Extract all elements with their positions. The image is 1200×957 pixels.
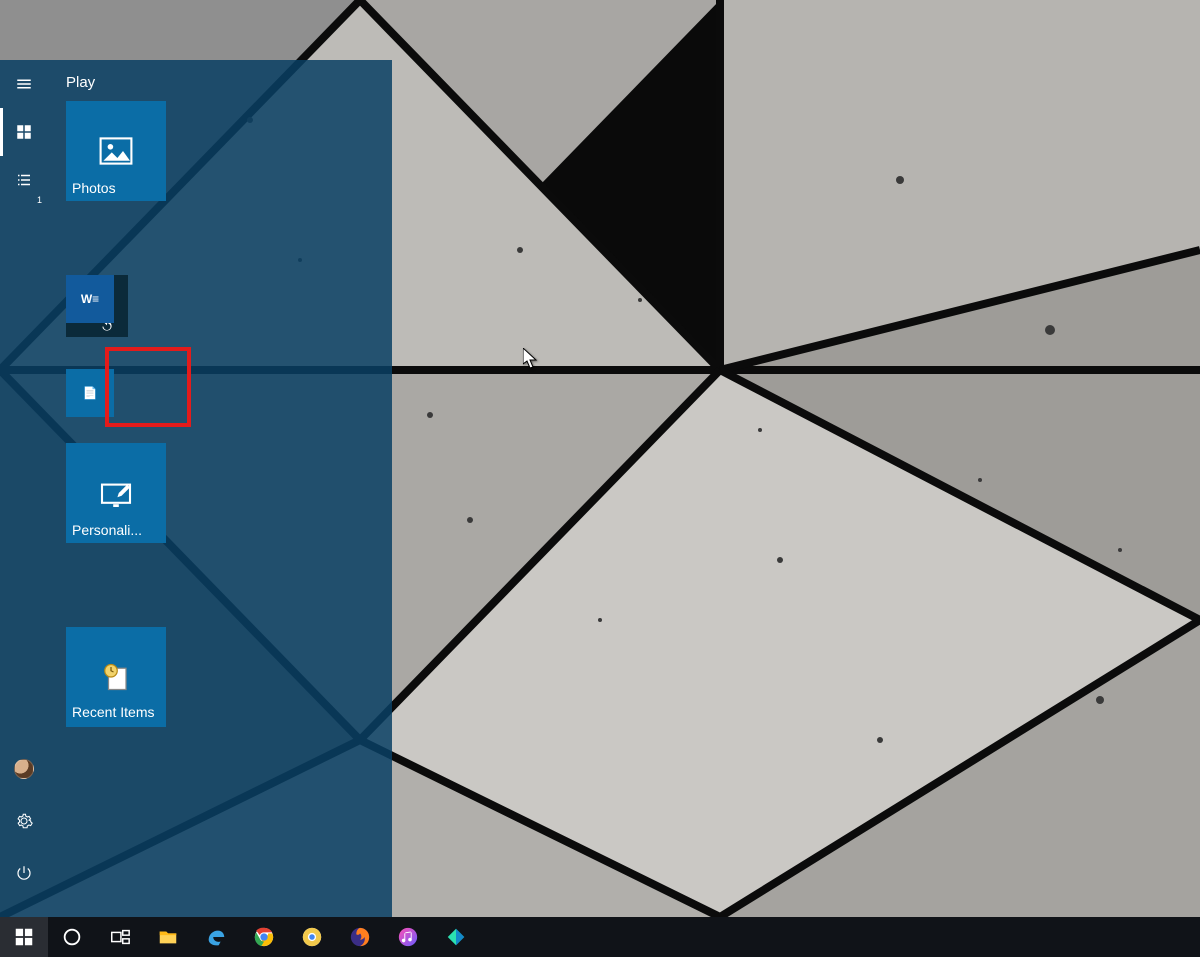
word-icon: W≡ bbox=[81, 292, 99, 306]
chrome-canary-button[interactable] bbox=[288, 917, 336, 957]
rail-badge: 1 bbox=[37, 195, 42, 205]
photo-icon bbox=[99, 137, 133, 165]
tile-group-4: ▧▧ N VLC media player Personali... bbox=[66, 443, 374, 603]
recent-items-tile[interactable]: Recent Items bbox=[66, 627, 166, 727]
word-tile[interactable]: W≡ bbox=[66, 275, 114, 323]
tile-group-5: PiP-Tool (Picture I... Recent Items bbox=[66, 627, 374, 737]
notepad-tile[interactable]: 📄 bbox=[66, 369, 114, 417]
file-explorer-button[interactable] bbox=[144, 917, 192, 957]
tile-group-2: # S W≡ bbox=[66, 275, 374, 345]
recent-label: Recent Items bbox=[72, 703, 160, 721]
edge-taskbar-button[interactable] bbox=[192, 917, 240, 957]
personalize-icon bbox=[99, 479, 133, 507]
cortana-button[interactable] bbox=[48, 917, 96, 957]
task-view-button[interactable] bbox=[96, 917, 144, 957]
start-rail: 1 bbox=[0, 60, 48, 917]
chrome-button[interactable] bbox=[240, 917, 288, 957]
pinned-tiles-button[interactable] bbox=[0, 108, 48, 156]
avatar bbox=[14, 759, 34, 779]
notepad-icon: 📄 bbox=[83, 386, 98, 400]
filmora-taskbar-button[interactable] bbox=[432, 917, 480, 957]
settings-button[interactable] bbox=[0, 797, 48, 845]
recent-items-icon bbox=[101, 663, 131, 691]
photos-label: Photos bbox=[72, 179, 160, 197]
photos-tile[interactable]: Photos bbox=[66, 101, 166, 201]
start-menu: 1 Play 🔓 🎬 💿 bbox=[0, 60, 392, 917]
taskbar bbox=[0, 917, 1200, 957]
power-button[interactable] bbox=[0, 849, 48, 897]
start-button[interactable] bbox=[0, 917, 48, 957]
tile-group-1: 🔓 🎬 💿 🖼️ 📰 🧮 🛍️ Photos bbox=[66, 101, 374, 251]
itunes-taskbar-button[interactable] bbox=[384, 917, 432, 957]
expand-menu-button[interactable] bbox=[0, 60, 48, 108]
all-apps-button[interactable]: 1 bbox=[0, 156, 48, 204]
firefox-button[interactable] bbox=[336, 917, 384, 957]
personalize-tile[interactable]: Personali... bbox=[66, 443, 166, 543]
tile-group-3: ◆ 🎧 Ps ♫ 🖥️ 📄 bbox=[66, 369, 374, 419]
personalize-label: Personali... bbox=[72, 521, 160, 539]
user-account-button[interactable] bbox=[0, 745, 48, 793]
start-tiles-area: Play 🔓 🎬 💿 🖼️ 📰 🧮 🛍️ bbox=[48, 60, 392, 917]
group-title: Play bbox=[66, 74, 374, 91]
